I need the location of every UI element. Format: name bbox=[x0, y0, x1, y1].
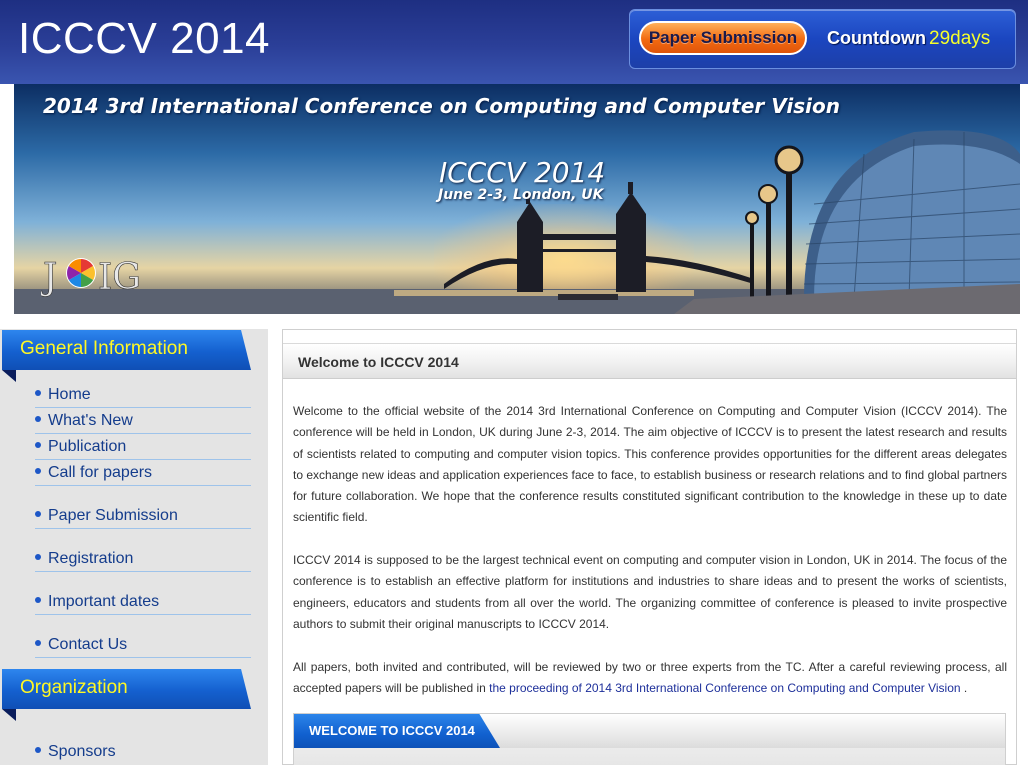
city-hall-building bbox=[803, 130, 1020, 300]
general-information-heading: General Information bbox=[2, 330, 251, 370]
sidebar-item-label: Registration bbox=[48, 550, 134, 567]
sidebar-item-label: Home bbox=[48, 386, 91, 403]
bullet-icon bbox=[35, 596, 41, 603]
sidebar-item-home[interactable]: Home bbox=[35, 382, 251, 408]
banner-conference-date: June 2-3, London, UK bbox=[438, 187, 604, 203]
review-paragraph-end: . bbox=[963, 681, 968, 696]
paper-submission-button[interactable]: Paper Submission bbox=[639, 21, 807, 55]
welcome-tab-panel: WELCOME TO ICCCV 2014 bbox=[293, 713, 1006, 765]
sidebar-item-contact-us[interactable]: Contact Us bbox=[35, 632, 251, 658]
organization-heading: Organization bbox=[2, 669, 251, 709]
sidebar-item-label: What's New bbox=[48, 412, 133, 429]
heading-fold-shadow bbox=[2, 370, 16, 382]
sidebar-item-call-for-papers[interactable]: Call for papers bbox=[35, 460, 251, 486]
tab-welcome-label: WELCOME TO ICCCV 2014 bbox=[309, 723, 475, 738]
sidebar-item-registration[interactable]: Registration bbox=[35, 546, 251, 572]
intro-paragraph: Welcome to the official website of the 2… bbox=[293, 404, 1007, 525]
banner-heading: 2014 3rd International Conference on Com… bbox=[43, 94, 840, 118]
bullet-icon bbox=[35, 639, 41, 646]
sidebar-item-sponsors[interactable]: Sponsors bbox=[35, 739, 251, 765]
overview-paragraph: ICCCV 2014 is supposed to be the largest… bbox=[293, 553, 1007, 631]
sidebar-item-publication[interactable]: Publication bbox=[35, 434, 251, 460]
review-paragraph: All papers, both invited and contributed… bbox=[293, 657, 1007, 700]
sidebar-item-paper-submission[interactable]: Paper Submission bbox=[35, 503, 251, 529]
site-header: ICCCV 2014 Paper Submission Countdown 29… bbox=[0, 0, 1028, 84]
welcome-header-bar: Welcome to ICCCV 2014 bbox=[283, 343, 1016, 379]
bullet-icon bbox=[35, 415, 41, 422]
header-action-panel: Paper Submission Countdown 29days bbox=[629, 9, 1016, 69]
bullet-icon bbox=[35, 389, 41, 396]
site-title: ICCCV 2014 bbox=[18, 14, 271, 63]
welcome-title: Welcome to ICCCV 2014 bbox=[298, 354, 459, 370]
logo-color-wheel bbox=[66, 258, 96, 288]
sidebar-item-label: Call for papers bbox=[48, 464, 153, 481]
sidebar-item-label: Sponsors bbox=[48, 743, 116, 760]
sidebar-item-label: Contact Us bbox=[48, 636, 128, 653]
bullet-icon bbox=[35, 746, 41, 753]
banner-conference-name: ICCCV 2014 bbox=[439, 156, 606, 189]
sidebar-item-label: Paper Submission bbox=[48, 507, 178, 524]
bullet-icon bbox=[35, 553, 41, 560]
countdown-label: Countdown bbox=[827, 28, 926, 48]
sidebar-item-important-dates[interactable]: Important dates bbox=[35, 589, 251, 615]
conference-banner: 2014 3rd International Conference on Com… bbox=[14, 84, 1020, 314]
lamp-posts bbox=[745, 145, 804, 299]
sidebar-item-label: Important dates bbox=[48, 593, 160, 610]
proceedings-link[interactable]: the proceeding of 2014 3rd International… bbox=[489, 681, 960, 695]
heading-fold-shadow bbox=[2, 709, 16, 721]
logo-letters-ig: IG bbox=[98, 257, 141, 298]
countdown-value: 29days bbox=[929, 28, 991, 49]
bullet-icon bbox=[35, 510, 41, 517]
sidebar-item-label: Publication bbox=[48, 438, 127, 455]
main-content-panel: Welcome to ICCCV 2014 Welcome to the off… bbox=[282, 329, 1017, 765]
bullet-icon bbox=[35, 467, 41, 474]
water-reflection bbox=[394, 290, 694, 296]
sidebar: General Information Home What's New Publ… bbox=[0, 329, 268, 765]
logo-letter-j: J bbox=[41, 257, 57, 298]
sidebar-item-whats-new[interactable]: What's New bbox=[35, 408, 251, 434]
tab-bar: WELCOME TO ICCCV 2014 bbox=[294, 714, 1005, 748]
joig-logo: J IG bbox=[41, 257, 141, 299]
bullet-icon bbox=[35, 441, 41, 448]
